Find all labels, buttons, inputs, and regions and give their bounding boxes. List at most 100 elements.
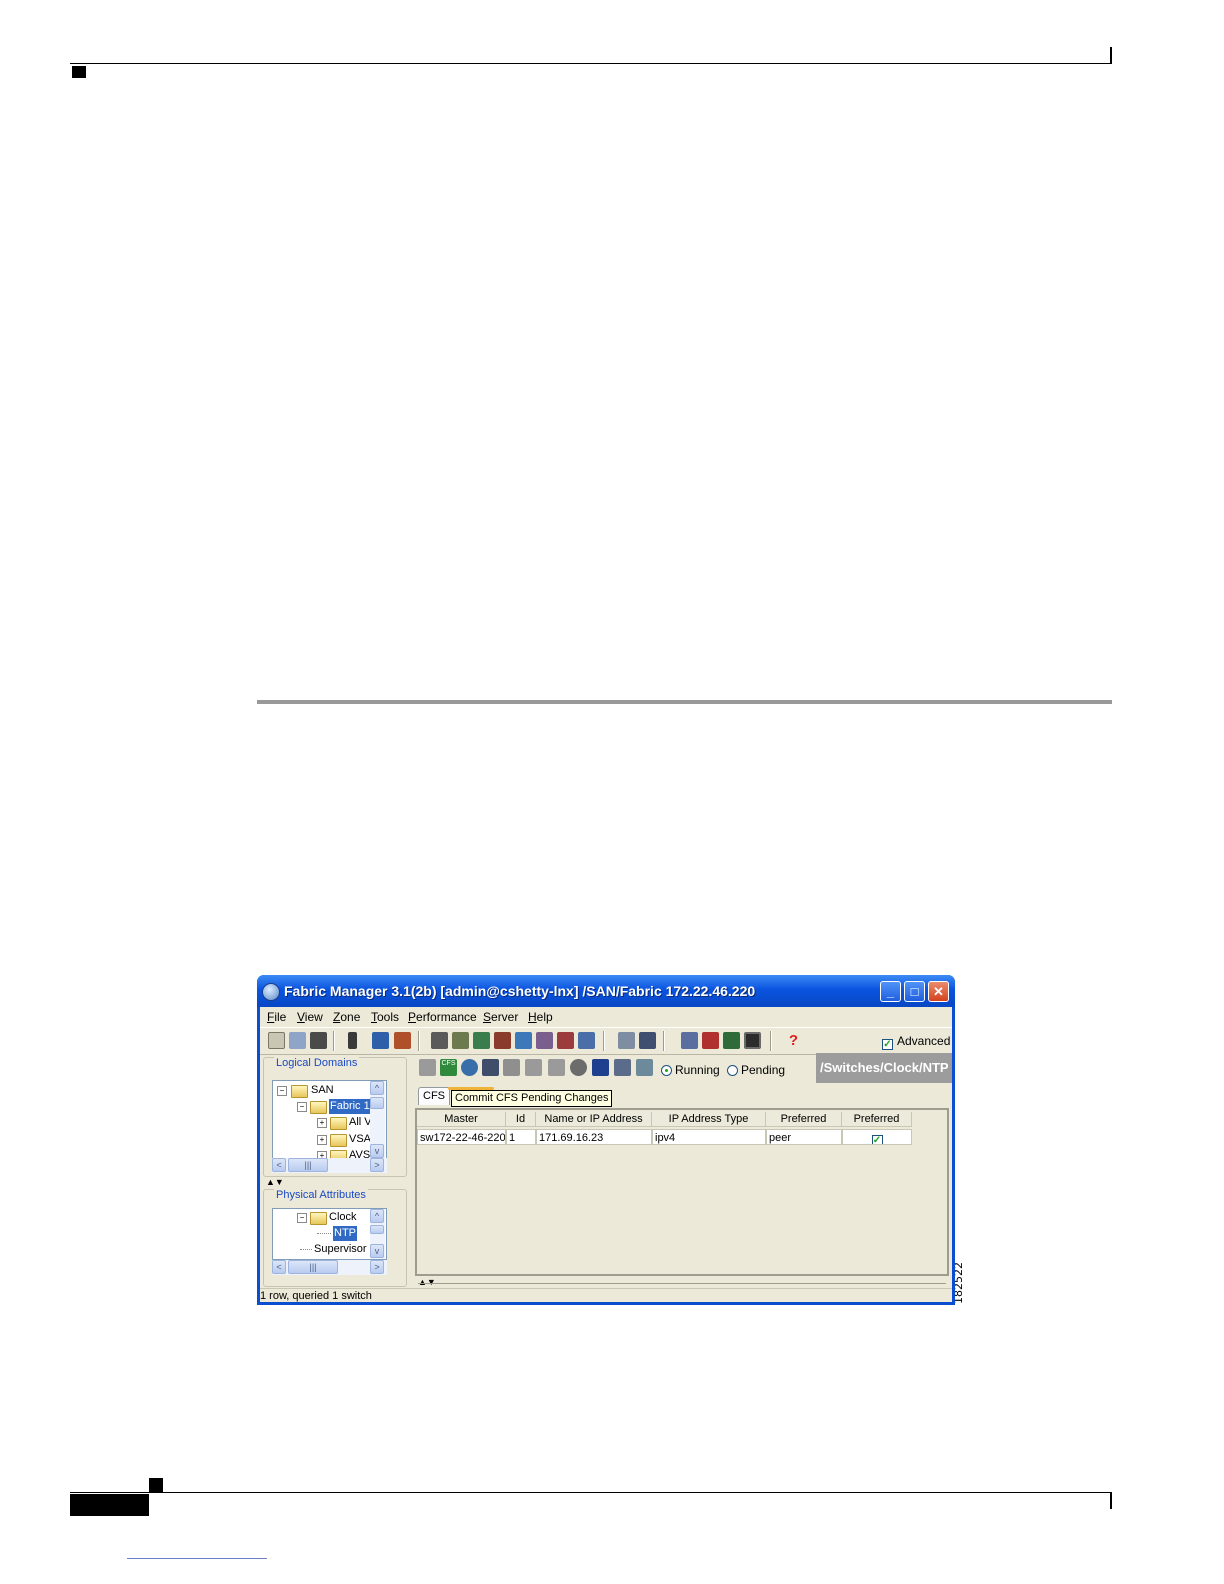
scroll-up-icon[interactable]: ^ — [370, 1209, 384, 1223]
terminal-icon[interactable] — [744, 1032, 761, 1049]
scroll-thumb[interactable] — [370, 1225, 384, 1234]
menu-server[interactable]: Server — [483, 1010, 518, 1024]
maximize-button[interactable]: □ — [904, 981, 925, 1002]
window-client: File View Zone Tools Performance Server … — [260, 1007, 952, 1302]
table-splitter-icon[interactable]: ▲▼ — [418, 1277, 436, 1287]
paste-icon[interactable] — [525, 1059, 542, 1076]
menu-tools[interactable]: Tools — [371, 1010, 399, 1024]
lock-icon[interactable] — [372, 1032, 389, 1049]
menu-zone[interactable]: Zone — [333, 1010, 360, 1024]
expand-icon[interactable]: + — [317, 1118, 327, 1128]
help-icon[interactable]: ? — [785, 1032, 802, 1049]
scroll-down-icon[interactable]: v — [370, 1244, 384, 1258]
binoculars-icon[interactable] — [310, 1032, 327, 1049]
refresh-icon[interactable] — [461, 1059, 478, 1076]
undo-icon[interactable] — [570, 1059, 587, 1076]
footer-rule — [70, 1492, 1112, 1493]
cell-address-type[interactable]: ipv4 — [652, 1129, 766, 1145]
header-tick — [1110, 47, 1112, 64]
search-icon[interactable] — [639, 1032, 656, 1049]
cell-id[interactable]: 1 — [506, 1129, 536, 1145]
radio-unselected-icon — [727, 1065, 738, 1076]
footer-block — [70, 1494, 149, 1516]
collapse-icon[interactable]: − — [277, 1086, 287, 1096]
scroll-right-icon[interactable]: > — [370, 1260, 384, 1274]
column-header-address[interactable]: Name or IP Address — [536, 1112, 652, 1127]
topology-icon[interactable] — [578, 1032, 595, 1049]
column-header-id[interactable]: Id — [506, 1112, 536, 1127]
scroll-thumb[interactable] — [370, 1097, 384, 1109]
flow-icon[interactable] — [431, 1032, 448, 1049]
column-header-preferred-mode[interactable]: Preferred — [766, 1112, 842, 1127]
column-header-address-type[interactable]: IP Address Type — [652, 1112, 766, 1127]
advanced-check-icon: ✓ — [882, 1039, 893, 1050]
collapse-icon[interactable]: − — [297, 1102, 307, 1112]
toolbar-separator — [333, 1031, 335, 1051]
scroll-down-icon[interactable]: v — [370, 1144, 384, 1158]
running-radio[interactable]: Running — [661, 1063, 720, 1077]
close-button[interactable]: ✕ — [928, 981, 949, 1002]
menu-file[interactable]: File — [267, 1010, 286, 1024]
clipboard-icon[interactable] — [548, 1059, 565, 1076]
monitor-icon[interactable] — [515, 1032, 532, 1049]
cell-preferred-mode[interactable]: peer — [766, 1129, 842, 1145]
column-header-master[interactable]: Master — [417, 1112, 506, 1127]
create-row-icon[interactable] — [419, 1059, 436, 1076]
physical-attributes-tree: − Clock NTP Supervisor St ^ v — [272, 1208, 387, 1260]
pending-radio[interactable]: Pending — [727, 1063, 785, 1077]
app-logo-icon — [262, 983, 280, 1001]
scroll-right-icon[interactable]: > — [370, 1158, 384, 1172]
edit-icon[interactable] — [636, 1059, 653, 1076]
tree-horizontal-scrollbar[interactable]: < ||| > — [272, 1260, 387, 1275]
save-icon[interactable] — [592, 1059, 609, 1076]
stack-icon[interactable] — [452, 1032, 469, 1049]
scroll-thumb[interactable]: ||| — [288, 1260, 338, 1274]
open-icon[interactable] — [268, 1032, 285, 1049]
cell-master[interactable]: sw172-22-46-220 — [417, 1129, 506, 1145]
expand-icon[interactable]: + — [317, 1135, 327, 1145]
grid-icon[interactable] — [557, 1032, 574, 1049]
tree-horizontal-scrollbar[interactable]: < ||| > — [272, 1158, 387, 1173]
main-toolbar: ? ✓ Advanced — [260, 1027, 952, 1055]
section-rule — [257, 700, 1112, 704]
copy-icon[interactable] — [482, 1059, 499, 1076]
user-admin-icon[interactable] — [702, 1032, 719, 1049]
tab-cfs[interactable]: CFS — [418, 1087, 450, 1105]
discover-icon[interactable] — [289, 1032, 306, 1049]
folder-icon — [330, 1134, 347, 1147]
scroll-thumb[interactable]: ||| — [288, 1158, 328, 1172]
ntp-table: Master Id Name or IP Address IP Address … — [415, 1108, 949, 1276]
physical-attributes-title: Physical Attributes — [274, 1189, 368, 1201]
scroll-up-icon[interactable]: ^ — [370, 1081, 384, 1095]
preferred-checkbox[interactable]: ✓ — [871, 1135, 883, 1144]
menu-performance[interactable]: Performance — [408, 1010, 477, 1024]
title-bar[interactable]: Fabric Manager 3.1(2b) [admin@cshetty-ln… — [257, 975, 955, 1007]
scroll-left-icon[interactable]: < — [272, 1260, 286, 1274]
cfs-commit-icon[interactable]: CFS — [440, 1059, 457, 1076]
export-icon[interactable] — [503, 1059, 520, 1076]
column-header-preferred[interactable]: Preferred — [842, 1112, 912, 1127]
switch-icon[interactable] — [348, 1032, 357, 1049]
profile-icon[interactable] — [536, 1032, 553, 1049]
menu-view[interactable]: View — [297, 1010, 323, 1024]
tree-vertical-scrollbar[interactable]: ^ v — [370, 1209, 385, 1259]
users-icon[interactable] — [394, 1032, 411, 1049]
tree-vertical-scrollbar[interactable]: ^ v — [370, 1081, 385, 1159]
menu-help[interactable]: Help — [528, 1010, 553, 1024]
zone-icon[interactable] — [618, 1032, 635, 1049]
folder-icon — [310, 1101, 327, 1114]
pane-splitter-icon[interactable]: ▲▼ — [266, 1177, 284, 1187]
print-icon[interactable] — [614, 1059, 631, 1076]
alert-icon[interactable] — [494, 1032, 511, 1049]
chart-icon[interactable] — [723, 1032, 740, 1049]
collapse-icon[interactable]: − — [297, 1213, 307, 1223]
advanced-checkbox[interactable]: ✓ Advanced — [882, 1034, 950, 1050]
dvr-icon[interactable] — [681, 1032, 698, 1049]
device-manager-icon[interactable] — [473, 1032, 490, 1049]
minimize-button[interactable]: _ — [880, 981, 901, 1002]
logical-domains-pane: Logical Domains − SAN − Fabric 17 + All … — [263, 1057, 407, 1177]
folder-icon — [310, 1212, 327, 1225]
cell-address[interactable]: 171.69.16.23 — [536, 1129, 652, 1145]
cell-preferred[interactable]: ✓ — [842, 1129, 912, 1145]
scroll-left-icon[interactable]: < — [272, 1158, 286, 1172]
